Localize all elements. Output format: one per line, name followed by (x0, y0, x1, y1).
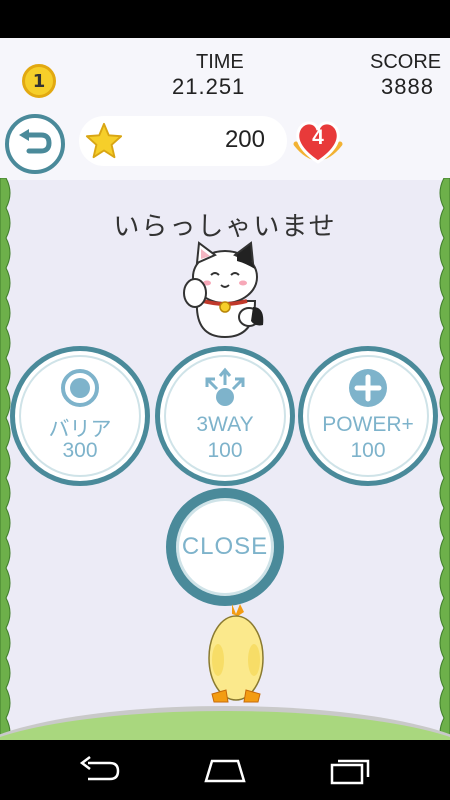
game-screen: 1 TIME 21.251 SCORE 3888 200 4 いらっしゃいませ (0, 38, 450, 740)
home-icon[interactable] (200, 753, 250, 787)
chick-icon (208, 604, 264, 703)
three-way-button[interactable]: 3WAY 100 (155, 346, 295, 486)
star-icon (85, 122, 123, 159)
barrier-icon (61, 369, 99, 407)
level-number: 1 (32, 70, 46, 92)
time-value: 21.251 (172, 74, 246, 99)
barrier-button[interactable]: バリア 300 (10, 346, 150, 486)
power-up-price: 100 (350, 439, 386, 462)
status-bar (0, 0, 450, 38)
back-arrow-icon[interactable] (74, 753, 124, 787)
close-button[interactable]: CLOSE (166, 488, 284, 606)
star-panel: 200 (79, 116, 287, 166)
life-badge: 4 (290, 114, 352, 170)
three-way-name: 3WAY (196, 413, 254, 436)
star-count: 200 (224, 126, 265, 153)
close-label: CLOSE (181, 533, 269, 560)
return-arrow-icon (19, 129, 52, 154)
right-hedge (439, 178, 450, 740)
power-up-icon (349, 369, 387, 407)
left-hedge (0, 178, 11, 740)
back-button[interactable] (5, 114, 65, 174)
navigation-bar (0, 740, 450, 800)
ground (0, 706, 450, 740)
three-way-icon (205, 367, 245, 406)
power-up-name: POWER+ (322, 413, 414, 436)
barrier-price: 300 (62, 439, 98, 462)
level-coin: 1 (22, 64, 56, 98)
time-label: TIME (196, 51, 244, 73)
life-count: 4 (312, 126, 324, 149)
recent-apps-icon[interactable] (326, 753, 376, 787)
lucky-cat-icon (183, 241, 264, 339)
shop-greeting: いらっしゃいませ (113, 212, 337, 242)
score-value: 3888 (381, 74, 434, 99)
score-label: SCORE (370, 51, 442, 73)
three-way-price: 100 (207, 439, 243, 462)
power-up-button[interactable]: POWER+ 100 (298, 346, 438, 486)
